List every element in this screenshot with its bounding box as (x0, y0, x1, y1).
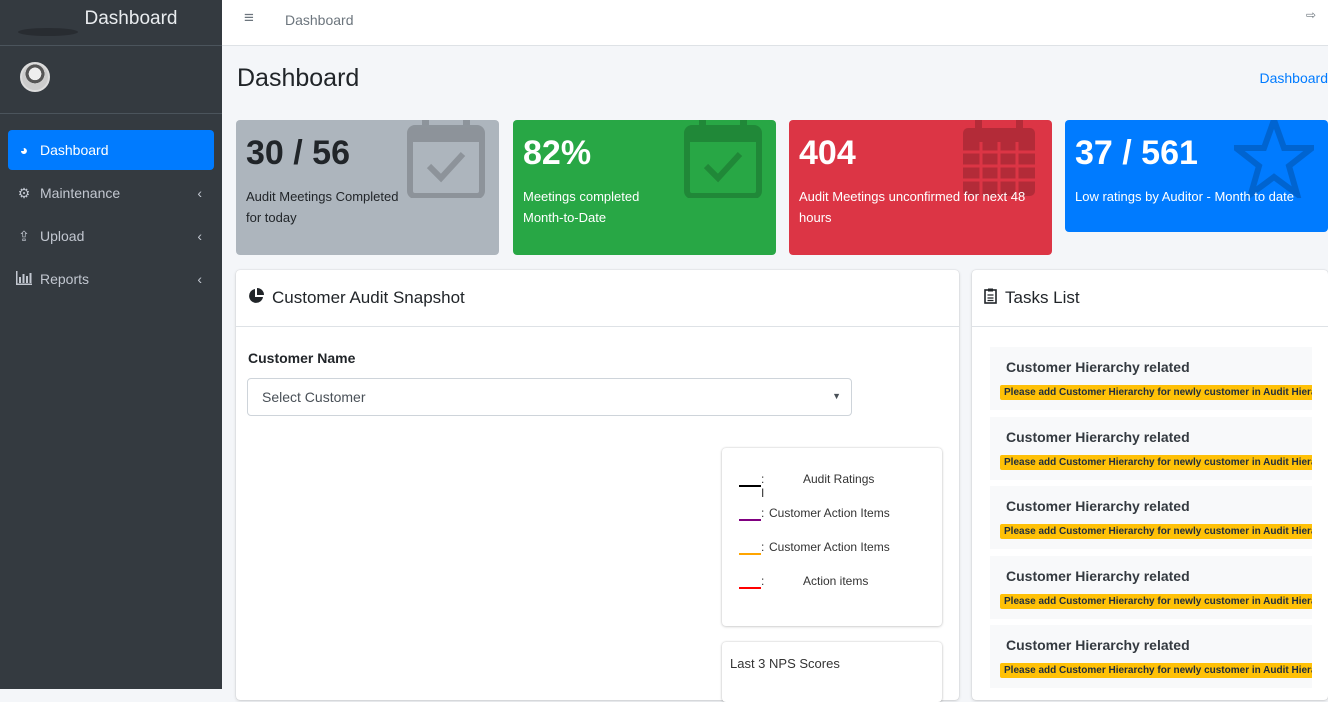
customer-name-label: Customer Name (248, 350, 355, 366)
chevron-left-icon: ‹ (197, 228, 202, 244)
chart-legend: : I Audit Ratings : Customer Action Item… (722, 448, 942, 626)
task-item[interactable]: Customer Hierarchy related Please add Cu… (990, 417, 1312, 480)
sidebar-item-label: Upload (40, 228, 84, 244)
legend-colon: : (761, 506, 764, 520)
topbar-breadcrumb[interactable]: Dashboard (285, 12, 354, 28)
sidebar-item-maintenance[interactable]: ⚙ Maintenance ‹ (8, 173, 214, 213)
task-badge: Please add Customer Hierarchy for newly … (1000, 663, 1312, 678)
task-title: Customer Hierarchy related (1006, 568, 1190, 584)
stat-value: 404 (799, 134, 856, 173)
chevron-left-icon: ‹ (197, 271, 202, 287)
task-title: Customer Hierarchy related (1006, 429, 1190, 445)
avatar[interactable] (20, 62, 50, 92)
sidebar-item-label: Maintenance (40, 185, 120, 201)
nps-title: Last 3 NPS Scores (730, 656, 840, 671)
logout-icon[interactable]: ⇨ (1306, 8, 1316, 22)
task-item[interactable]: Customer Hierarchy related Please add Cu… (990, 556, 1312, 619)
upload-icon: ⇪ (14, 228, 34, 245)
sidebar-item-upload[interactable]: ⇪ Upload ‹ (8, 216, 214, 256)
tachometer-icon: ◕ (14, 142, 34, 158)
brand-text: Dashboard (85, 8, 178, 29)
sidebar-item-label: Reports (40, 271, 89, 287)
stat-value: 30 / 56 (246, 134, 350, 173)
task-item[interactable]: Customer Hierarchy related Please add Cu… (990, 625, 1312, 688)
task-title: Customer Hierarchy related (1006, 359, 1190, 375)
stat-label: Audit Meetings Completed for today (246, 186, 406, 228)
clipboard-icon (984, 288, 997, 309)
sidebar-nav: ◕ Dashboard ⚙ Maintenance ‹ ⇪ Upload ‹ R… (0, 114, 222, 299)
legend-text: Customer Action Items (769, 506, 890, 520)
bar-chart-icon (14, 271, 34, 288)
brand-logo (18, 28, 78, 36)
task-badge: Please add Customer Hierarchy for newly … (1000, 524, 1312, 539)
task-title: Customer Hierarchy related (1006, 498, 1190, 514)
topbar: ≡ Dashboard ⇨ (222, 0, 1328, 46)
task-item[interactable]: Customer Hierarchy related Please add Cu… (990, 486, 1312, 549)
legend-text: Action items (803, 574, 868, 588)
sidebar-item-label: Dashboard (40, 142, 109, 158)
stat-box-unconfirmed: 404 Audit Meetings unconfirmed for next … (789, 120, 1052, 255)
user-panel (0, 46, 222, 114)
legend-colon: : (761, 540, 764, 554)
sidebar: Dashboard ◕ Dashboard ⚙ Maintenance ‹ ⇪ … (0, 0, 222, 689)
brand[interactable]: Dashboard (0, 0, 222, 46)
legend-text: Customer Action Items (769, 540, 890, 554)
legend-swatch (739, 553, 761, 555)
task-title: Customer Hierarchy related (1006, 637, 1190, 653)
sidebar-item-reports[interactable]: Reports ‹ (8, 259, 214, 299)
card-header: Tasks List (972, 270, 1328, 327)
nps-scores-card: Last 3 NPS Scores (722, 642, 942, 702)
stat-label: Low ratings by Auditor - Month to date (1075, 186, 1315, 207)
task-badge: Please add Customer Hierarchy for newly … (1000, 594, 1312, 609)
tasks-list-card: Tasks List Customer Hierarchy related Pl… (972, 270, 1328, 700)
stat-box-low-ratings: 37 / 561 Low ratings by Auditor - Month … (1065, 120, 1328, 232)
stat-box-meetings-mtd: 82% Meetings completed Month-to-Date (513, 120, 776, 255)
legend-colon: : I (761, 472, 764, 500)
card-title: Customer Audit Snapshot (272, 288, 465, 308)
legend-swatch (739, 587, 761, 589)
hamburger-menu-icon[interactable]: ≡ (244, 8, 254, 28)
pie-chart-icon (248, 288, 264, 309)
stat-value: 37 / 561 (1075, 134, 1198, 173)
card-header: Customer Audit Snapshot (236, 270, 959, 327)
stat-label: Audit Meetings unconfirmed for next 48 h… (799, 186, 1039, 228)
calendar-check-icon (407, 120, 485, 198)
stat-label: Meetings completed Month-to-Date (523, 186, 653, 228)
task-item[interactable]: Customer Hierarchy related Please add Cu… (990, 347, 1312, 410)
task-badge: Please add Customer Hierarchy for newly … (1000, 455, 1312, 470)
legend-text: Audit Ratings (803, 472, 874, 486)
caret-down-icon: ▼ (832, 391, 841, 401)
customer-select[interactable]: Select Customer ▼ (247, 378, 852, 416)
sidebar-item-dashboard[interactable]: ◕ Dashboard (8, 130, 214, 170)
task-badge: Please add Customer Hierarchy for newly … (1000, 385, 1312, 400)
legend-swatch (739, 485, 761, 487)
card-title: Tasks List (1005, 288, 1080, 308)
customer-audit-snapshot-card: Customer Audit Snapshot Customer Name Se… (236, 270, 959, 700)
calendar-check-icon (684, 120, 762, 198)
cogs-icon: ⚙ (14, 185, 34, 202)
breadcrumb[interactable]: Dashboard (1260, 70, 1328, 86)
stat-value: 82% (523, 134, 591, 173)
legend-swatch (739, 519, 761, 521)
customer-select-value: Select Customer (262, 389, 365, 405)
page-title: Dashboard (237, 64, 359, 93)
stat-box-audits-today: 30 / 56 Audit Meetings Completed for tod… (236, 120, 499, 255)
legend-colon: : (761, 574, 764, 588)
chevron-left-icon: ‹ (197, 185, 202, 201)
